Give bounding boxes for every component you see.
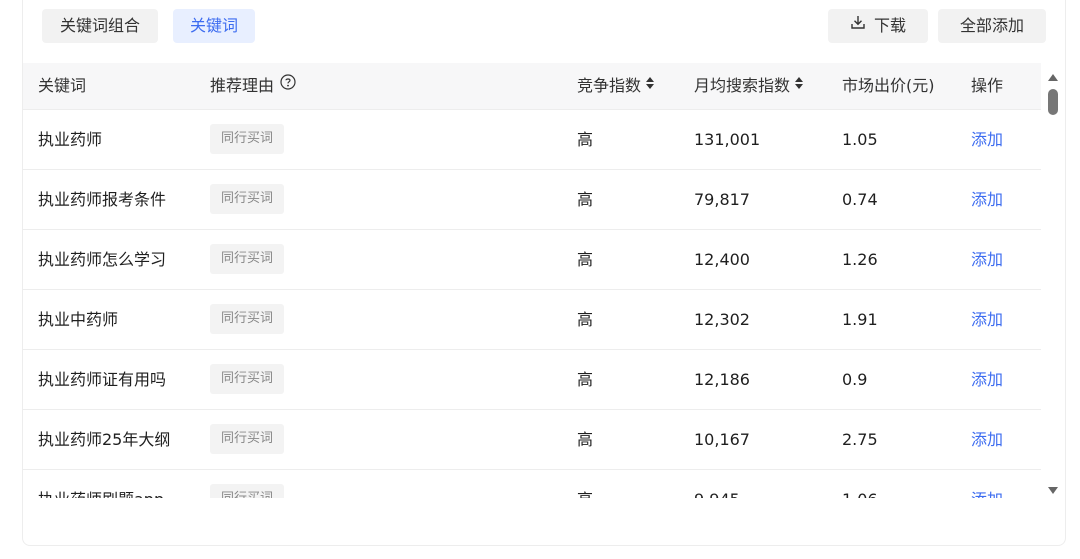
monthly-search-cell: 9,945 (694, 470, 740, 498)
scroll-down-arrow-icon[interactable] (1047, 481, 1059, 500)
tab-keywords[interactable]: 关键词 (173, 9, 255, 43)
competition-cell: 高 (577, 430, 594, 449)
competition-cell: 高 (577, 250, 594, 269)
reason-tag: 同行买词 (210, 424, 285, 454)
market-bid-cell: 1.06 (842, 470, 878, 498)
market-bid-cell: 0.9 (842, 370, 868, 389)
add-link[interactable]: 添加 (971, 230, 1003, 289)
monthly-search-cell: 12,302 (694, 310, 750, 329)
add-link[interactable]: 添加 (971, 470, 1003, 498)
table-row: 执业药师25年大纲 同行买词 高 10,167 2.75 添加 (23, 410, 1041, 470)
keyword-cell: 执业药师报考条件 (38, 190, 167, 209)
reason-tag: 同行买词 (210, 124, 285, 154)
sort-caret-icon[interactable] (645, 62, 655, 108)
table-row: 执业药师证有用吗 同行买词 高 12,186 0.9 添加 (23, 350, 1041, 410)
table-row: 执业药师刷题app 同行买词 高 9,945 1.06 添加 (23, 470, 1041, 498)
competition-cell: 高 (577, 310, 594, 329)
add-link[interactable]: 添加 (971, 410, 1003, 469)
table-row: 执业药师报考条件 同行买词 高 79,817 0.74 添加 (23, 170, 1041, 230)
header-monthly-search-label: 月均搜索指数 (694, 76, 791, 95)
keyword-cell: 执业药师刷题app (38, 470, 164, 498)
table-header: 关键词 推荐理由 竞争指数 月均搜索指数 市场出价(元) 操作 (23, 63, 1041, 110)
monthly-search-cell: 79,817 (694, 190, 750, 209)
header-competition-label: 竞争指数 (577, 76, 642, 95)
market-bid-cell: 0.74 (842, 190, 878, 209)
download-button[interactable]: 下载 (828, 9, 928, 43)
question-circle-icon[interactable] (280, 62, 296, 108)
table-row: 执业药师 同行买词 高 131,001 1.05 添加 (23, 110, 1041, 170)
monthly-search-cell: 12,400 (694, 250, 750, 269)
scrollbar-thumb[interactable] (1048, 89, 1058, 115)
add-link[interactable]: 添加 (971, 290, 1003, 349)
monthly-search-cell: 131,001 (694, 130, 761, 149)
tab-keyword-combination[interactable]: 关键词组合 (42, 9, 158, 43)
header-reason: 推荐理由 (210, 63, 296, 109)
keyword-cell: 执业药师 (38, 130, 103, 149)
keyword-cell: 执业药师证有用吗 (38, 370, 167, 389)
vertical-scrollbar[interactable] (1044, 63, 1062, 498)
monthly-search-cell: 12,186 (694, 370, 750, 389)
table-body: 执业药师 同行买词 高 131,001 1.05 添加 执业药师报考条件 同行买… (23, 110, 1041, 498)
table-row: 执业药师怎么学习 同行买词 高 12,400 1.26 添加 (23, 230, 1041, 290)
market-bid-cell: 1.26 (842, 250, 878, 269)
market-bid-cell: 2.75 (842, 430, 878, 449)
reason-tag: 同行买词 (210, 364, 285, 394)
download-label: 下载 (873, 16, 906, 35)
competition-cell: 高 (577, 470, 593, 498)
header-keyword: 关键词 (38, 76, 87, 95)
download-icon (850, 8, 866, 42)
keyword-cell: 执业中药师 (38, 310, 119, 329)
competition-cell: 高 (577, 370, 594, 389)
header-action: 操作 (971, 76, 1004, 95)
add-link[interactable]: 添加 (971, 350, 1003, 409)
header-reason-label: 推荐理由 (210, 76, 275, 95)
header-market-bid: 市场出价(元) (842, 76, 935, 95)
market-bid-cell: 1.91 (842, 310, 878, 329)
table-row: 执业中药师 同行买词 高 12,302 1.91 添加 (23, 290, 1041, 350)
market-bid-cell: 1.05 (842, 130, 878, 149)
header-competition[interactable]: 竞争指数 (577, 63, 655, 109)
reason-tag: 同行买词 (210, 244, 285, 274)
competition-cell: 高 (577, 130, 594, 149)
add-all-button[interactable]: 全部添加 (938, 9, 1046, 43)
add-link[interactable]: 添加 (971, 110, 1003, 169)
keyword-cell: 执业药师怎么学习 (38, 250, 167, 269)
reason-tag: 同行买词 (210, 184, 285, 214)
competition-cell: 高 (577, 190, 594, 209)
sort-caret-icon[interactable] (794, 62, 804, 108)
add-link[interactable]: 添加 (971, 170, 1003, 229)
reason-tag: 同行买词 (210, 304, 285, 334)
reason-tag: 同行买词 (210, 484, 285, 498)
header-monthly-search[interactable]: 月均搜索指数 (694, 63, 804, 109)
scroll-up-arrow-icon[interactable] (1047, 67, 1059, 86)
keyword-cell: 执业药师25年大纲 (38, 430, 171, 449)
monthly-search-cell: 10,167 (694, 430, 750, 449)
